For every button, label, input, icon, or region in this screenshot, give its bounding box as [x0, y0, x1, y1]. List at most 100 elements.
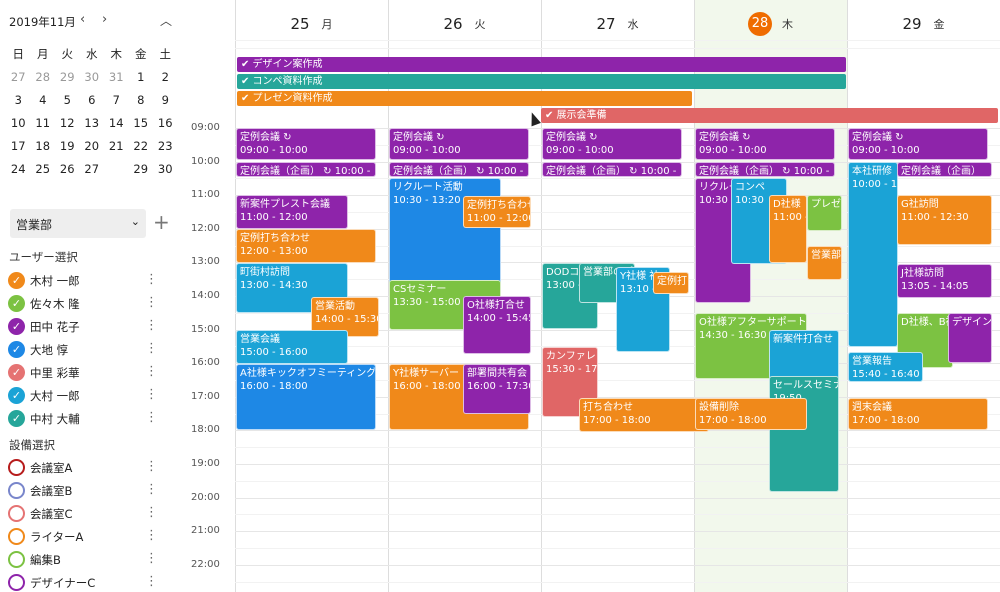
collapse-chevron-icon[interactable]: ︿: [160, 12, 172, 29]
circle-icon[interactable]: [8, 551, 25, 568]
calendar-event[interactable]: 営業会議 15:00 - 16:00: [236, 330, 348, 364]
calendar-event[interactable]: 営業報告 15:40 - 16:40: [848, 352, 923, 382]
more-icon[interactable]: ⋮: [145, 550, 158, 568]
calendar-event[interactable]: 定例会議 ↻ 09:00 - 10:00: [236, 128, 376, 160]
more-icon[interactable]: ⋮: [145, 409, 158, 427]
more-icon[interactable]: ⋮: [145, 271, 158, 289]
more-icon[interactable]: ⋮: [145, 504, 158, 522]
calendar-event[interactable]: 定例会議 ↻ 09:00 - 10:00: [848, 128, 988, 160]
calendar-event[interactable]: G社訪問 11:00 - 12:30: [897, 195, 992, 245]
check-icon[interactable]: ✓: [8, 272, 25, 289]
calendar-event[interactable]: 定例会議 ↻ 09:00 - 10:00: [389, 128, 529, 160]
calendar-event[interactable]: J社様訪問 13:05 - 14:05: [897, 264, 992, 298]
more-icon[interactable]: ⋮: [145, 481, 158, 499]
day-header[interactable]: 29 金: [847, 0, 1000, 48]
mini-day[interactable]: 7: [104, 93, 129, 107]
equipment-item[interactable]: デザイナーC ⋮: [8, 573, 176, 592]
check-icon[interactable]: ✓: [8, 410, 25, 427]
more-icon[interactable]: ⋮: [145, 317, 158, 335]
calendar-event[interactable]: 本社研修 10:00 - 15:30: [848, 162, 898, 347]
user-item[interactable]: ✓ 田中 花子 ⋮: [8, 317, 176, 337]
mini-day[interactable]: 3: [6, 93, 31, 107]
mini-day[interactable]: 21: [104, 139, 129, 153]
user-item[interactable]: ✓ 木村 一郎 ⋮: [8, 271, 176, 291]
more-icon[interactable]: ⋮: [145, 363, 158, 381]
calendar-event[interactable]: 定例会議（企画） ↻ 10:00 -: [542, 162, 682, 177]
user-item[interactable]: ✓ 大地 惇 ⋮: [8, 340, 176, 360]
calendar-event[interactable]: 週末会議 17:00 - 18:00: [848, 398, 988, 430]
calendar-event[interactable]: 営業部ミーティング: [807, 246, 842, 280]
more-icon[interactable]: ⋮: [145, 527, 158, 545]
mini-day[interactable]: 22: [129, 139, 154, 153]
calendar-event[interactable]: 定例打: [653, 272, 689, 294]
circle-icon[interactable]: [8, 505, 25, 522]
calendar-event[interactable]: A社様キックオフミーティング 16:00 - 18:00: [236, 364, 376, 430]
next-month-icon[interactable]: ›: [102, 12, 107, 27]
check-icon[interactable]: ✓: [8, 387, 25, 404]
calendar-event[interactable]: デザイン案打ち合わせ: [948, 313, 992, 363]
calendar-event[interactable]: O社様打合せ（来社） 14:00 - 15:45: [463, 296, 531, 354]
calendar-event[interactable]: 定例会議 ↻ 09:00 - 10:00: [542, 128, 682, 160]
all-day-event[interactable]: ✔ コンペ資料作成: [237, 74, 846, 89]
mini-day[interactable]: 11: [31, 116, 56, 130]
mini-day[interactable]: 13: [80, 116, 105, 130]
more-icon[interactable]: ⋮: [145, 294, 158, 312]
circle-icon[interactable]: [8, 482, 25, 499]
mini-day[interactable]: 2: [153, 70, 178, 84]
calendar-event[interactable]: 設備削除 17:00 - 18:00: [695, 398, 807, 430]
day-header[interactable]: 25 月: [235, 0, 388, 48]
user-item[interactable]: ✓ 佐々木 隆 ⋮: [8, 294, 176, 314]
more-icon[interactable]: ⋮: [145, 573, 158, 591]
calendar-event[interactable]: 新案件打合せ: [769, 330, 839, 380]
mini-day-selected[interactable]: 25: [31, 156, 56, 177]
mini-day[interactable]: 4: [31, 93, 56, 107]
equipment-item[interactable]: 会議室A ⋮: [8, 458, 176, 478]
mini-day[interactable]: 6: [80, 93, 105, 107]
circle-icon[interactable]: [8, 528, 25, 545]
mini-day[interactable]: 20: [80, 139, 105, 153]
mini-day[interactable]: 1: [129, 70, 154, 84]
more-icon[interactable]: ⋮: [145, 340, 158, 358]
check-icon[interactable]: ✓: [8, 318, 25, 335]
check-icon[interactable]: ✓: [8, 341, 25, 358]
calendar-event[interactable]: 定例会議（企画） ↻ 10:00 -: [695, 162, 835, 177]
mini-day[interactable]: 17: [6, 139, 31, 153]
calendar-event[interactable]: プレゼン: [807, 195, 842, 231]
mini-day[interactable]: 30: [153, 162, 178, 176]
mini-day[interactable]: 19: [55, 139, 80, 153]
day-header[interactable]: 27 水: [541, 0, 694, 48]
mini-day[interactable]: 27: [80, 162, 105, 176]
user-item[interactable]: ✓ 中村 大輔 ⋮: [8, 409, 176, 429]
add-icon[interactable]: +: [153, 212, 170, 232]
mini-day[interactable]: 9: [153, 93, 178, 107]
more-icon[interactable]: ⋮: [145, 386, 158, 404]
more-icon[interactable]: ⋮: [145, 458, 158, 476]
equipment-item[interactable]: 会議室C ⋮: [8, 504, 176, 524]
mini-day[interactable]: 14: [104, 116, 129, 130]
equipment-item[interactable]: 会議室B ⋮: [8, 481, 176, 501]
calendar-event[interactable]: セールスセミナー19:50: [769, 376, 839, 492]
calendar-event[interactable]: 部署間共有会 16:00 - 17:30: [463, 364, 531, 414]
mini-day[interactable]: 24: [6, 162, 31, 176]
department-select[interactable]: 営業部 ⌄: [10, 209, 146, 238]
mini-day[interactable]: 31: [104, 70, 129, 84]
mini-day-today[interactable]: 28: [104, 156, 129, 177]
prev-month-icon[interactable]: ‹: [80, 12, 85, 27]
calendar-event[interactable]: 定例会議（企画） ↻ 10:00 -: [389, 162, 529, 177]
mini-day[interactable]: 15: [129, 116, 154, 130]
circle-icon[interactable]: [8, 459, 25, 476]
day-header[interactable]: 26 火: [388, 0, 541, 48]
mini-day[interactable]: 10: [6, 116, 31, 130]
check-icon[interactable]: ✓: [8, 364, 25, 381]
mini-day[interactable]: 18: [31, 139, 56, 153]
calendar-event[interactable]: 定例会議（企画）: [897, 162, 992, 177]
all-day-event[interactable]: ✔ 展示会準備: [541, 108, 998, 123]
day-header[interactable]: 28 木: [694, 0, 847, 48]
equipment-item[interactable]: 編集B ⋮: [8, 550, 176, 570]
calendar-event[interactable]: 定例会議（企画） ↻ 10:00 -: [236, 162, 376, 177]
mini-day[interactable]: 27: [6, 70, 31, 84]
user-item[interactable]: ✓ 大村 一郎 ⋮: [8, 386, 176, 406]
all-day-event[interactable]: ✔ デザイン案作成: [237, 57, 846, 72]
circle-icon[interactable]: [8, 574, 25, 591]
check-icon[interactable]: ✓: [8, 295, 25, 312]
